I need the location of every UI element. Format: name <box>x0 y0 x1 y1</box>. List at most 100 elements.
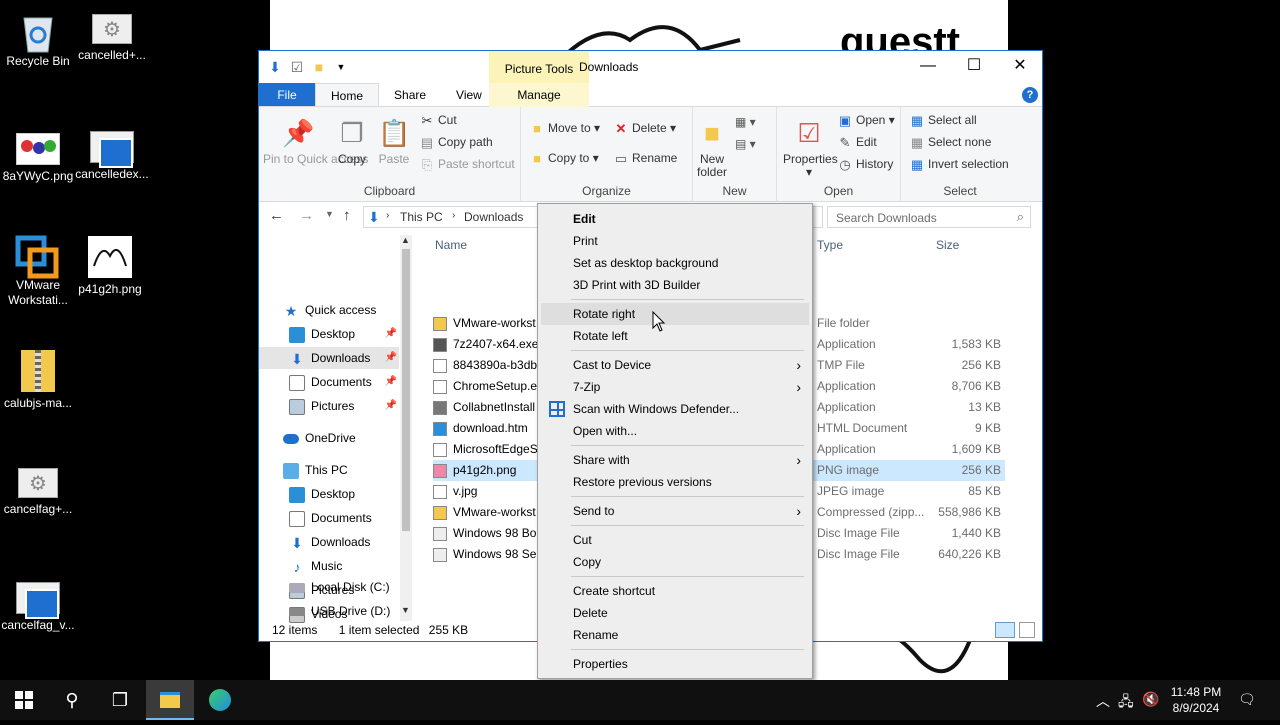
edit-button[interactable]: ✎ Edit <box>837 135 877 151</box>
notifications-icon[interactable]: 🗨 <box>1238 691 1256 708</box>
menu-item-create-shortcut[interactable]: Create shortcut <box>541 580 809 602</box>
minimize-button[interactable]: — <box>905 51 951 81</box>
maximize-button[interactable]: ☐ <box>951 51 997 81</box>
new-item-icon[interactable]: ▦ ▾ <box>735 115 756 129</box>
new-folder-button[interactable]: ■ New folder <box>695 117 729 179</box>
nav-qa-desktop[interactable]: Desktop 📌 <box>289 323 399 345</box>
tab-manage[interactable]: Manage <box>489 83 589 107</box>
invert-selection-button[interactable]: ▦ Invert selection <box>909 157 1009 173</box>
column-header-size[interactable]: Size <box>936 238 959 252</box>
show-hidden-icons-icon[interactable]: ︿ <box>1096 691 1110 711</box>
menu-item-share-with[interactable]: Share with › <box>541 449 809 471</box>
copy-button[interactable]: ❐ Copy <box>335 117 369 166</box>
menu-item-cast-to-device[interactable]: Cast to Device › <box>541 354 809 376</box>
forward-button[interactable]: → <box>299 207 314 224</box>
menu-item-rename[interactable]: Rename <box>541 624 809 646</box>
menu-item-rotate-right[interactable]: Rotate right <box>541 303 809 325</box>
menu-item-scan-defender[interactable]: Scan with Windows Defender... <box>541 398 809 420</box>
menu-item-delete[interactable]: Delete <box>541 602 809 624</box>
menu-item-3d-print[interactable]: 3D Print with 3D Builder <box>541 274 809 296</box>
search-button[interactable]: ⚲ <box>48 680 96 720</box>
desktop-icon-cancelfag[interactable]: ⚙ cancelfag+... <box>0 458 76 517</box>
desktop-icon-cancelledex[interactable]: cancelledex... <box>74 121 150 182</box>
tab-home[interactable]: Home <box>315 83 380 106</box>
menu-item-7zip[interactable]: 7-Zip › <box>541 376 809 398</box>
menu-item-rotate-left[interactable]: Rotate left <box>541 325 809 347</box>
menu-item-copy[interactable]: Copy <box>541 551 809 573</box>
file-icon <box>433 526 447 541</box>
properties-icon[interactable]: ☑ <box>289 59 305 75</box>
close-button[interactable]: ✕ <box>997 51 1043 81</box>
menu-item-label: Properties <box>573 657 628 671</box>
menu-item-open-with[interactable]: Open with... <box>541 420 809 442</box>
history-button[interactable]: ◷ History <box>837 157 893 173</box>
menu-item-set-desktop-background[interactable]: Set as desktop background <box>541 252 809 274</box>
column-header-type[interactable]: Type <box>817 238 843 252</box>
paste-shortcut-button[interactable]: ⎘ Paste shortcut <box>419 157 515 173</box>
nav-qa-downloads[interactable]: ⬇ Downloads 📌 <box>259 347 399 369</box>
desktop-icon-8aywyc[interactable]: 8aYWyC.png <box>0 121 76 184</box>
scroll-up-icon[interactable]: ▲ <box>401 235 410 245</box>
paste-button[interactable]: 📋 Paste <box>377 117 411 166</box>
column-header-name[interactable]: Name <box>435 238 467 252</box>
properties-button[interactable]: ☑ Properties ▾ <box>783 117 838 179</box>
desktop-icon-p41g2h[interactable]: p41g2h.png <box>72 230 148 297</box>
network-icon[interactable]: 🖧 <box>1118 691 1134 715</box>
desktop-icon-calubjs[interactable]: calubjs-ma... <box>0 344 76 411</box>
clock[interactable]: 11:48 PM 8/9/2024 <box>1168 684 1224 716</box>
menu-item-print[interactable]: Print <box>541 230 809 252</box>
select-all-button[interactable]: ▦ Select all <box>909 113 977 129</box>
cut-button[interactable]: ✂ Cut <box>419 113 457 129</box>
desktop-icon-vmware[interactable]: VMware Workstati... <box>0 228 76 308</box>
nav-qa-pictures[interactable]: Pictures 📌 <box>289 395 399 417</box>
nav-pc-music[interactable]: ♪ Music <box>289 555 343 577</box>
menu-item-edit[interactable]: Edit <box>541 208 809 230</box>
help-icon[interactable]: ? <box>1022 87 1038 103</box>
copy-to-button[interactable]: ■ Copy to ▾ <box>529 151 599 167</box>
desktop-icon-cancelfag-v[interactable]: cancelfag_v... <box>0 572 76 633</box>
easy-access-icon[interactable]: ▤ ▾ <box>735 137 756 151</box>
search-input[interactable]: Search Downloads ⌕ <box>827 206 1031 228</box>
nav-this-pc[interactable]: This PC <box>283 459 348 481</box>
down-arrow-icon[interactable]: ⬇ <box>267 59 283 75</box>
nav-pc-downloads[interactable]: ⬇ Downloads <box>289 531 370 553</box>
recent-locations-icon[interactable]: ▼ <box>325 209 334 219</box>
menu-item-cut[interactable]: Cut <box>541 529 809 551</box>
up-button[interactable]: ↑ <box>343 207 351 224</box>
large-icons-view-icon[interactable] <box>1019 622 1035 638</box>
open-button[interactable]: ▣ Open ▾ <box>837 113 895 129</box>
document-icon <box>90 131 134 168</box>
taskbar-file-explorer[interactable] <box>146 680 194 720</box>
rename-button[interactable]: ▭ Rename <box>613 151 678 167</box>
move-to-button[interactable]: ■ Move to ▾ <box>529 121 600 137</box>
back-button[interactable]: ← <box>269 207 284 224</box>
menu-item-send-to[interactable]: Send to › <box>541 500 809 522</box>
nav-scrollbar-thumb[interactable] <box>402 249 410 531</box>
details-view-icon[interactable] <box>995 622 1015 638</box>
taskbar-edge[interactable] <box>196 680 244 720</box>
nav-qa-documents[interactable]: Documents 📌 <box>289 371 399 393</box>
copy-path-button[interactable]: ▤ Copy path <box>419 135 493 151</box>
nav-pc-desktop[interactable]: Desktop <box>289 483 355 505</box>
volume-icon[interactable]: 🔇 <box>1142 691 1159 708</box>
start-button[interactable] <box>0 680 48 720</box>
tab-file[interactable]: File <box>259 83 315 106</box>
breadcrumb-this-pc[interactable]: This PC <box>400 210 443 224</box>
nav-pc-documents[interactable]: Documents <box>289 507 372 529</box>
desktop-icon-recycle-bin[interactable]: Recycle Bin <box>0 4 76 69</box>
menu-item-restore-previous[interactable]: Restore previous versions <box>541 471 809 493</box>
delete-button[interactable]: ✕ Delete ▾ <box>613 121 677 137</box>
tab-share[interactable]: Share <box>379 83 441 106</box>
menu-item-properties[interactable]: Properties <box>541 653 809 675</box>
select-none-button[interactable]: ▦ Select none <box>909 135 992 151</box>
folder-icon[interactable]: ■ <box>311 59 327 75</box>
pin-quick-access-button[interactable]: 📌 Pin to Quick access <box>263 117 368 166</box>
customize-dropdown-icon[interactable]: ▼ <box>333 59 349 75</box>
nav-quick-access[interactable]: ★ Quick access <box>283 299 401 321</box>
breadcrumb-downloads[interactable]: Downloads <box>464 210 523 224</box>
task-view-button[interactable]: ❐ <box>96 680 144 720</box>
nav-pc-local-disk[interactable]: Local Disk (C:) <box>289 576 390 598</box>
desktop-icon-cancelled[interactable]: ⚙ cancelled+... <box>74 4 150 63</box>
nav-onedrive[interactable]: OneDrive <box>283 427 356 449</box>
scroll-down-icon[interactable]: ▼ <box>401 605 410 615</box>
